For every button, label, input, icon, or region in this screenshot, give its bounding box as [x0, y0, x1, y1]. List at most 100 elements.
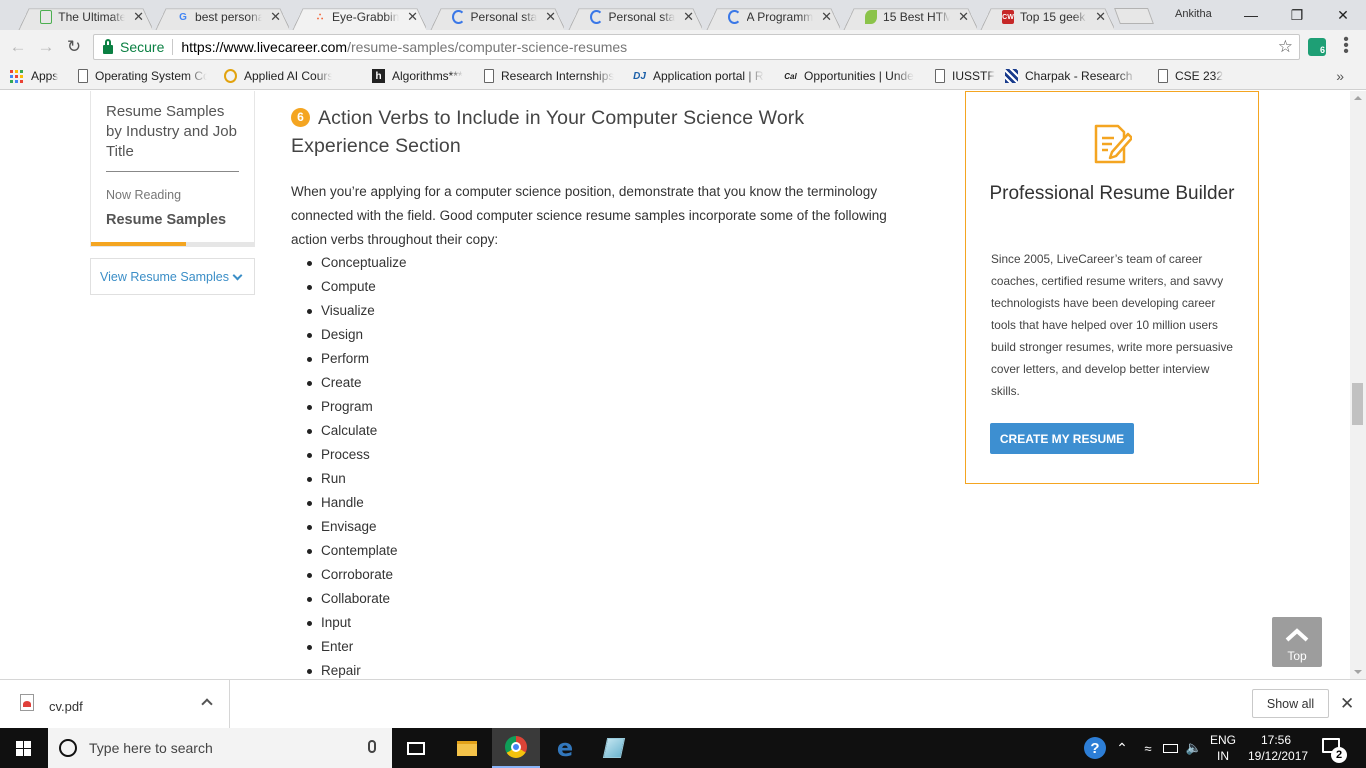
bookmark-item[interactable]: Charpak - Research Ir [1005, 69, 1137, 83]
chrome-taskbar-icon[interactable] [492, 728, 540, 768]
browser-tab[interactable]: The Ultimate C ✕ [18, 4, 152, 30]
action-verb-item: Process [307, 443, 407, 467]
battery-icon[interactable] [1161, 728, 1179, 768]
action-verb-item: Contemplate [307, 539, 407, 563]
scroll-thumb[interactable] [1352, 383, 1363, 425]
browser-tab[interactable]: 15 Best HTML ✕ [843, 4, 977, 30]
web-page: Resume Samples by Industry and Job Title… [0, 91, 1350, 679]
bookmark-item[interactable]: DJ Application portal | R [633, 69, 764, 83]
download-item[interactable]: cv.pdf [0, 680, 230, 728]
sidebar-divider [106, 171, 239, 172]
restore-icon[interactable]: ❐ [1274, 0, 1320, 30]
close-shelf-icon[interactable]: ✕ [1340, 694, 1354, 714]
browser-tab[interactable]: Personal state ✕ [568, 4, 702, 30]
close-tab-icon[interactable]: ✕ [270, 9, 281, 25]
file-explorer-icon[interactable] [443, 728, 491, 768]
bookmark-item[interactable]: Research Internships [484, 69, 614, 83]
bookmark-item[interactable]: h Algorithms*** [372, 69, 463, 83]
close-tab-icon[interactable]: ✕ [133, 9, 144, 25]
close-tab-icon[interactable]: ✕ [1095, 9, 1106, 25]
cortana-icon [59, 739, 77, 757]
scroll-down-icon[interactable] [1354, 670, 1362, 674]
download-filename: cv.pdf [49, 699, 83, 714]
view-resume-samples-dropdown[interactable]: View Resume Samples [90, 258, 255, 295]
close-tab-icon[interactable]: ✕ [545, 9, 556, 25]
browser-menu-icon[interactable]: • • • [1343, 32, 1349, 60]
loading-icon [590, 10, 603, 24]
lock-icon [103, 39, 113, 54]
reading-progress-bar [91, 242, 254, 246]
bookmark-item[interactable]: Operating System Co [78, 69, 207, 83]
bookmark-item[interactable]: IUSSTF [935, 69, 995, 83]
browser-tab[interactable]: Gbest personal s ✕ [155, 4, 289, 30]
new-tab-button[interactable] [1114, 8, 1154, 24]
close-tab-icon[interactable]: ✕ [407, 9, 418, 25]
minimize-icon[interactable]: — [1228, 0, 1274, 30]
page-icon [40, 10, 53, 24]
profile-name[interactable]: Ankitha [1175, 8, 1212, 20]
task-view-icon[interactable] [392, 728, 440, 768]
app-taskbar-icon[interactable] [590, 728, 638, 768]
browser-tab[interactable]: A Programme ✕ [706, 4, 840, 30]
edge-icon[interactable]: e [541, 728, 589, 768]
bookmarks-overflow-icon[interactable]: » [1336, 68, 1344, 84]
close-window-icon[interactable]: ✕ [1320, 0, 1366, 30]
bookmark-item[interactable]: CSE 232 [1158, 69, 1223, 83]
back-to-top-button[interactable]: Top [1272, 617, 1322, 667]
tab-title: Personal state [470, 10, 538, 24]
tray-chevron-icon[interactable]: ⌃ [1114, 728, 1130, 768]
chevron-up-icon[interactable] [201, 698, 213, 710]
action-verb-item: Envisage [307, 515, 407, 539]
windows-start-icon[interactable] [16, 741, 32, 756]
close-tab-icon[interactable]: ✕ [958, 9, 969, 25]
bookmark-item[interactable]: Applied AI Course - It [224, 69, 332, 83]
help-icon[interactable]: ? [1082, 728, 1108, 768]
current-section-label: Resume Samples [106, 212, 227, 228]
bookmark-label: Operating System Co [95, 69, 207, 83]
bookmark-label: IUSSTF [952, 69, 995, 83]
microphone-icon[interactable] [368, 740, 376, 753]
forward-icon[interactable]: → [35, 36, 57, 58]
bookmark-item[interactable]: Cal Opportunities | Unde [784, 69, 914, 83]
back-icon[interactable]: ← [7, 36, 29, 58]
close-tab-icon[interactable]: ✕ [683, 9, 694, 25]
system-clock[interactable]: 17:56 19/12/2017 [1248, 732, 1308, 764]
action-verb-item: Handle [307, 491, 407, 515]
scroll-up-icon[interactable] [1354, 96, 1362, 100]
browser-toolbar: ← → ↻ Secure https://www.livecareer.com /… [0, 30, 1366, 64]
browser-tab[interactable]: CW Top 15 geek b ✕ [980, 4, 1114, 30]
reload-icon[interactable]: ↻ [63, 36, 85, 58]
bookmark-label: Application portal | R [653, 69, 764, 83]
wifi-icon[interactable]: ≈ [1140, 728, 1156, 768]
action-verb-item: Compute [307, 275, 407, 299]
browser-tab[interactable]: ∴ Eye-Grabbing ✕ [292, 4, 426, 30]
language-indicator[interactable]: ENG IN [1208, 732, 1238, 764]
windows-taskbar: Type here to search e ? ⌃ ≈ 🔈 ENG IN 17:… [0, 728, 1366, 768]
create-my-resume-button[interactable]: CREATE MY RESUME [990, 423, 1134, 454]
resume-edit-icon [1094, 124, 1132, 164]
taskbar-search-box[interactable]: Type here to search [48, 728, 392, 768]
extension-badge: 6 [1319, 45, 1325, 55]
address-bar[interactable]: Secure https://www.livecareer.com/resume… [93, 34, 1300, 60]
pdf-file-icon [20, 694, 34, 711]
leaf-icon [865, 10, 878, 24]
show-all-downloads-button[interactable]: Show all [1252, 689, 1329, 718]
language-code: ENG [1209, 733, 1236, 747]
sidebar-reading-card: Resume Samples by Industry and Job Title… [90, 91, 255, 247]
bookmark-star-icon[interactable]: ☆ [1278, 37, 1293, 57]
action-verb-item: Calculate [307, 419, 407, 443]
tab-strip: The Ultimate C ✕ Gbest personal s ✕ ∴ Eye-Gra… [0, 0, 1366, 30]
page-scrollbar[interactable] [1350, 91, 1366, 679]
page-icon [935, 69, 945, 83]
close-tab-icon[interactable]: ✕ [821, 9, 832, 25]
browser-tab[interactable]: Personal state ✕ [430, 4, 564, 30]
section-number-badge: 6 [291, 107, 310, 127]
action-verb-item: Collaborate [307, 587, 407, 611]
bookmark-item[interactable]: Apps [10, 69, 58, 83]
promo-title: Professional Resume Builder [989, 183, 1235, 204]
tab-title: 15 Best HTML [883, 10, 951, 24]
dj-icon: DJ [633, 70, 646, 82]
volume-icon[interactable]: 🔈 [1185, 728, 1203, 768]
extension-icon[interactable]: 6 [1308, 38, 1326, 56]
tab-title: The Ultimate C [58, 10, 126, 24]
